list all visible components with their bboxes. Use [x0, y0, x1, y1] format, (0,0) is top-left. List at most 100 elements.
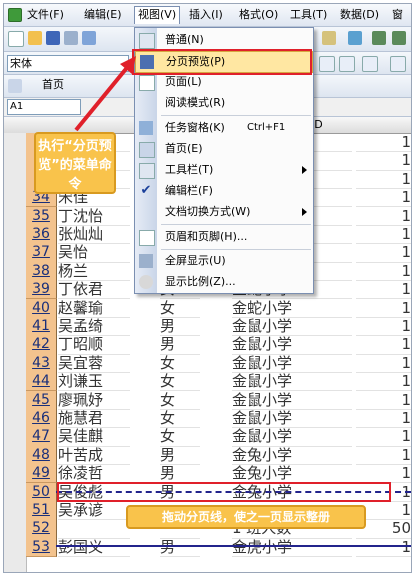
cell-sex[interactable]: 女: [160, 427, 200, 447]
menu-item-home[interactable]: 首页(E): [135, 139, 313, 159]
menu-window[interactable]: 窗: [389, 7, 406, 23]
table-row[interactable]: 44 刘谦玉 女 金鼠小学 1: [26, 372, 411, 392]
cell-name[interactable]: 杨兰: [58, 262, 130, 281]
row-number[interactable]: 42: [26, 335, 57, 355]
table-row[interactable]: 41 吴孟绮 男 金鼠小学 1: [26, 317, 411, 337]
row-number[interactable]: 45: [26, 390, 57, 410]
cell-count[interactable]: 1: [356, 170, 411, 189]
cell-count[interactable]: 1: [356, 354, 411, 373]
menu-item-toolbar[interactable]: 工具栏(T): [135, 160, 313, 180]
row-number[interactable]: 52: [26, 519, 57, 539]
cell-count[interactable]: 1: [356, 262, 411, 281]
row-number[interactable]: 48: [26, 445, 57, 465]
cell-count[interactable]: 1: [356, 243, 411, 263]
cell-count[interactable]: 1: [356, 280, 411, 300]
cell-sex[interactable]: 女: [160, 354, 200, 373]
cell-count[interactable]: 1: [356, 464, 411, 484]
menu-item-reading-mode[interactable]: 阅读模式(R): [135, 93, 313, 113]
save-icon[interactable]: [46, 31, 60, 45]
cell-count[interactable]: 1: [356, 151, 411, 171]
row-number[interactable]: 51: [26, 501, 57, 521]
row-number[interactable]: 49: [26, 464, 57, 484]
preview-icon[interactable]: [82, 31, 96, 45]
align-icon[interactable]: [319, 56, 335, 72]
cell-count[interactable]: 1: [356, 188, 411, 208]
cell-name[interactable]: 彭国义: [58, 538, 130, 557]
table-row[interactable]: 45 廖珮妤 女 金鼠小学 1: [26, 390, 411, 410]
cell-name[interactable]: 赵馨瑜: [58, 299, 130, 318]
row-number[interactable]: 50: [26, 482, 57, 502]
menu-data[interactable]: 数据(D): [337, 7, 382, 23]
row-number[interactable]: 36: [26, 225, 57, 245]
cell-count[interactable]: 1: [356, 538, 411, 557]
menu-item-page[interactable]: 页面(L): [135, 72, 313, 92]
cell-school[interactable]: 金鼠小学: [232, 335, 352, 355]
select-all-corner[interactable]: [4, 117, 27, 134]
cell-name[interactable]: 刘谦玉: [58, 372, 130, 392]
new-file-icon[interactable]: [8, 31, 24, 47]
menu-insert[interactable]: 插入(I): [186, 7, 226, 23]
print-icon[interactable]: [64, 31, 78, 45]
cell-sex[interactable]: 男: [160, 464, 200, 484]
cell-sex[interactable]: 女: [160, 391, 200, 410]
cell-count[interactable]: 1: [356, 427, 411, 447]
cell-count[interactable]: 1: [356, 409, 411, 429]
row-number[interactable]: 41: [26, 317, 57, 337]
cell-sex[interactable]: 女: [160, 372, 200, 392]
cell-name[interactable]: 张灿灿: [58, 225, 130, 245]
row-number[interactable]: 46: [26, 409, 57, 429]
paste-icon[interactable]: [322, 31, 336, 45]
table-row[interactable]: 47 吴佳麒 女 金鼠小学 1: [26, 427, 411, 447]
cell-school[interactable]: 金虎小学: [232, 538, 352, 557]
cell-name[interactable]: 丁沈怡: [58, 207, 130, 226]
cell-count[interactable]: 1: [356, 207, 411, 226]
cell-sex[interactable]: 男: [160, 446, 200, 465]
menu-item-edit-bar[interactable]: ✔ 编辑栏(F): [135, 181, 313, 201]
menu-format[interactable]: 格式(O): [236, 7, 281, 23]
cell-school[interactable]: 金兔小学: [232, 446, 352, 465]
open-folder-icon[interactable]: [28, 31, 42, 45]
cell-school[interactable]: 金鼠小学: [232, 391, 352, 410]
cell-count[interactable]: 1: [356, 335, 411, 355]
cell-school[interactable]: 金鼠小学: [232, 372, 352, 392]
cell-name[interactable]: 丁依君: [58, 280, 130, 300]
undo-icon[interactable]: [372, 31, 386, 45]
row-number[interactable]: 35: [26, 206, 57, 226]
cell-count[interactable]: 1: [356, 372, 411, 392]
cell-sex[interactable]: 男: [160, 335, 200, 355]
cell-name[interactable]: 吴怡: [58, 243, 130, 263]
cell-sex[interactable]: 男: [160, 317, 200, 337]
table-row[interactable]: 46 施慧君 女 金鼠小学 1: [26, 409, 411, 429]
row-number[interactable]: 40: [26, 298, 57, 318]
menu-file[interactable]: 文件(F): [24, 7, 67, 23]
cell-name[interactable]: [58, 519, 130, 539]
cell-name[interactable]: 吴承谚: [58, 501, 130, 521]
row-number[interactable]: 53: [26, 537, 57, 557]
row-number[interactable]: 44: [26, 372, 57, 392]
border-icon[interactable]: [362, 56, 378, 72]
menu-item-normal[interactable]: 普通(N): [135, 30, 313, 50]
cell-name[interactable]: 吴宜蓉: [58, 354, 130, 373]
menu-tools[interactable]: 工具(T): [287, 7, 330, 23]
table-row[interactable]: 49 徐凌哲 男 金兔小学 1: [26, 464, 411, 484]
row-number[interactable]: 38: [26, 261, 57, 281]
cell-name[interactable]: 廖珮妤: [58, 391, 130, 410]
row-number[interactable]: 37: [26, 243, 57, 263]
cell-sex[interactable]: 女: [160, 299, 200, 318]
table-row[interactable]: 40 赵馨瑜 女 金蛇小学 1: [26, 298, 411, 318]
menu-item-header-footer[interactable]: 页眉和页脚(H)...: [135, 227, 313, 247]
menu-item-task-pane[interactable]: 任务窗格(K) Ctrl+F1: [135, 118, 313, 138]
cell-name[interactable]: 叶苦成: [58, 446, 130, 465]
cell-school[interactable]: 金鼠小学: [232, 427, 352, 447]
cell-count[interactable]: 1: [356, 133, 411, 153]
cell-name[interactable]: 徐凌哲: [58, 464, 130, 484]
cell-school[interactable]: 金鼠小学: [232, 317, 352, 337]
cell-name[interactable]: 吴孟绮: [58, 317, 130, 337]
cell-count[interactable]: 1: [356, 317, 411, 337]
table-row[interactable]: 48 叶苦成 男 金兔小学 1: [26, 445, 411, 465]
cell-sex[interactable]: 男: [160, 538, 200, 557]
menu-item-doc-switch[interactable]: 文档切换方式(W): [135, 202, 313, 222]
cell-count[interactable]: 1: [356, 299, 411, 318]
cell-name[interactable]: 丁昭顺: [58, 335, 130, 355]
cell-school[interactable]: 金兔小学: [232, 464, 352, 484]
